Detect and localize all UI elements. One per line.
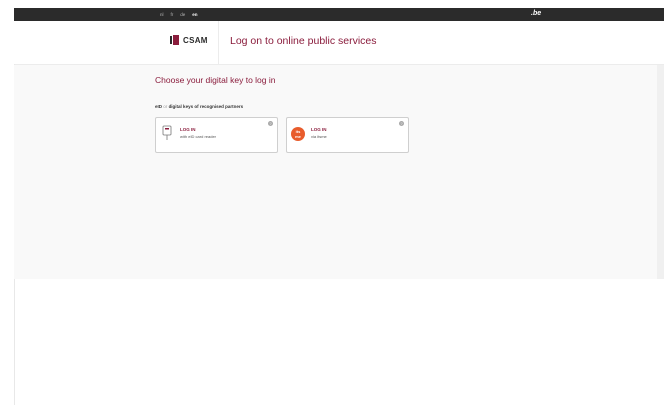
subtitle-or: or [163,104,168,109]
language-switcher: nl fr de en [160,8,198,21]
csam-logo-text: CSAM [183,35,208,45]
csam-logo[interactable]: CSAM [170,35,208,45]
help-icon[interactable]: ? [268,121,273,126]
lang-fr[interactable]: fr [171,12,174,17]
help-icon[interactable]: ? [399,121,404,126]
itsme-icon: its me [291,127,305,141]
lang-de[interactable]: de [180,12,185,17]
header-divider [218,21,219,64]
itsme-login-card[interactable]: ? its me LOG IN via itsme [286,117,409,153]
lang-en[interactable]: en [192,12,197,17]
csam-logo-icon [170,35,180,45]
main-content: Choose your digital key to log in eID or… [14,65,657,279]
be-logo[interactable]: .be [531,10,541,17]
choose-key-heading: Choose your digital key to log in [155,75,276,85]
eid-login-subtitle: with eID card reader [180,134,217,139]
card-reader-icon [162,125,172,140]
top-bar: nl fr de en .be [14,8,664,21]
keys-subtitle: eID or digital keys of recognised partne… [155,104,243,109]
lang-nl[interactable]: nl [160,12,164,17]
header: CSAM Log on to online public services [14,21,664,65]
eid-login-title: LOG IN [180,127,196,132]
subtitle-partners: digital keys of recognised partners [168,104,244,109]
right-scroll-strip [657,65,664,279]
page-title: Log on to online public services [230,35,377,47]
itsme-login-subtitle: via itsme [311,134,327,139]
itsme-login-title: LOG IN [311,127,327,132]
subtitle-eid: eID [155,104,163,109]
eid-login-card[interactable]: ? LOG IN with eID card reader [155,117,278,153]
